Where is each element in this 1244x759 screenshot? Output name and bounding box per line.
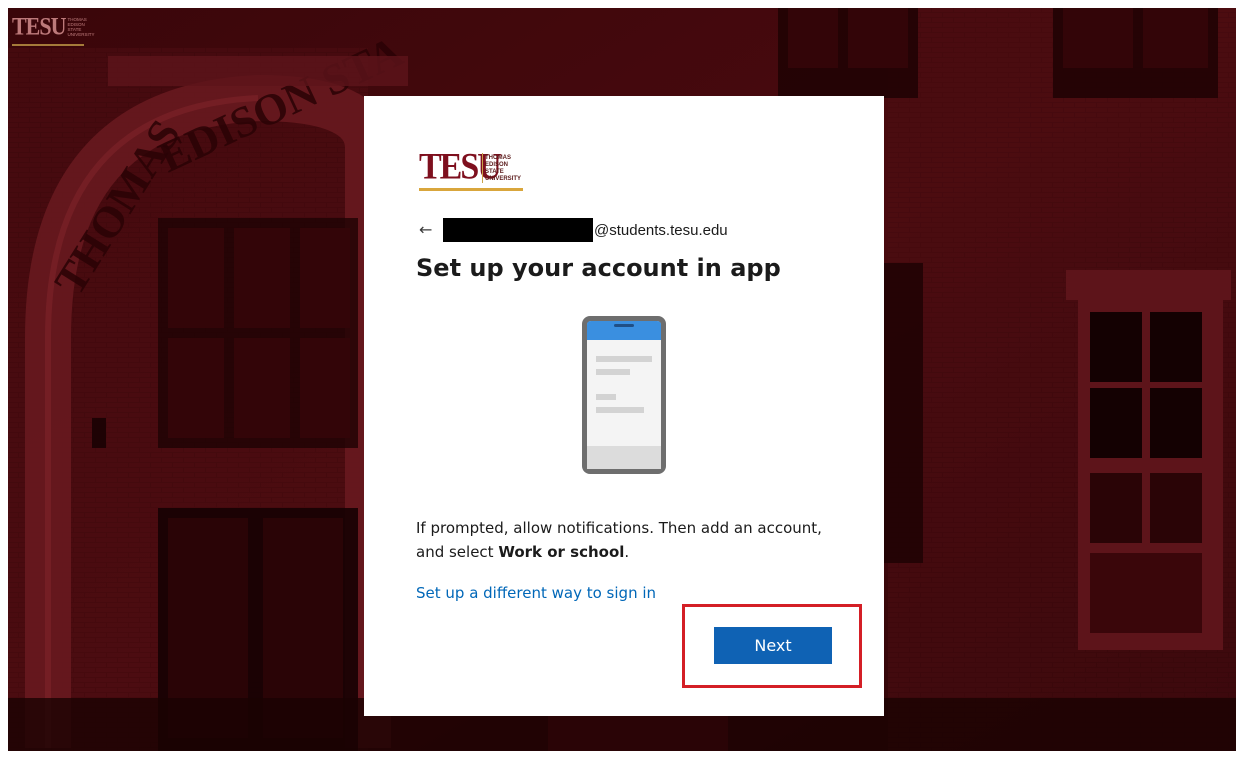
email-domain: @students.tesu.edu xyxy=(594,221,728,239)
instructions-text: If prompted, allow notifications. Then a… xyxy=(416,516,836,564)
instructions-emphasis: Work or school xyxy=(498,543,625,561)
account-identity: ← @students.tesu.edu xyxy=(419,218,728,242)
corner-logo-wordmark: THOMAS EDISON STATE UNIVERSITY xyxy=(67,14,94,37)
next-button[interactable]: Next xyxy=(714,627,832,664)
sign-in-card: TESU THOMAS EDISON STATE UNIVERSITY ← @s… xyxy=(364,96,884,716)
instructions-end: . xyxy=(624,543,630,561)
corner-logo-mark: TESU xyxy=(12,11,66,41)
phone-icon xyxy=(582,316,666,474)
tesu-logo-line: THOMAS xyxy=(485,155,511,161)
back-arrow-icon[interactable]: ← xyxy=(419,221,437,239)
tesu-logo-wordmark: THOMAS EDISON STATE UNIVERSITY xyxy=(485,155,521,183)
redacted-username xyxy=(443,218,593,242)
tesu-logo-underline xyxy=(419,188,523,191)
tesu-logo-line: EDISON xyxy=(485,162,509,168)
tesu-logo: TESU THOMAS EDISON STATE UNIVERSITY xyxy=(419,148,529,191)
corner-logo-rule xyxy=(12,44,84,46)
tesu-logo-divider xyxy=(482,153,483,183)
tesu-logo-line: STATE xyxy=(485,169,504,175)
tesu-logo-line: UNIVERSITY xyxy=(485,176,522,182)
corner-logo: TESU THOMAS EDISON STATE UNIVERSITY xyxy=(12,11,95,46)
different-sign-in-link[interactable]: Set up a different way to sign in xyxy=(416,584,656,602)
page-title: Set up your account in app xyxy=(416,254,781,282)
corner-logo-line: UNIVERSITY xyxy=(67,32,95,37)
